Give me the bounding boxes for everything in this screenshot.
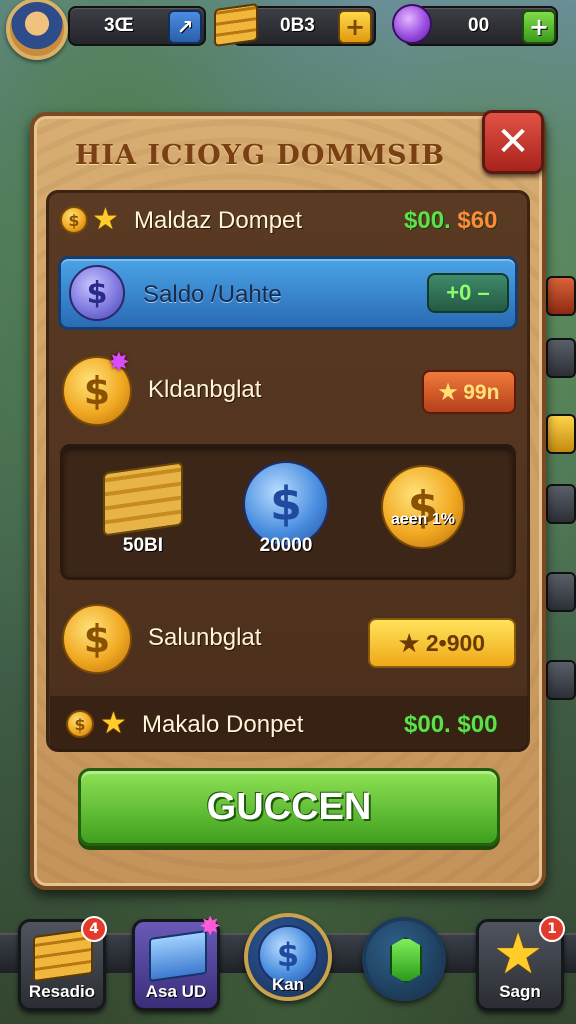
reward-row-1: $ ✸ Kldanbglat ★ 99n — [58, 348, 518, 430]
star-icon: ★ — [100, 706, 127, 741]
gold-coin-icon: $ — [62, 604, 132, 674]
resource-2-value: 0B3 — [280, 15, 315, 36]
top-resource-bar: 3Œ ↗ 0B3 + 00 + — [0, 0, 576, 60]
reward-row-1-button[interactable]: ★ 99n — [422, 370, 516, 414]
saldo-label: Saldo /Uahte — [143, 281, 282, 308]
confirm-button[interactable]: GUCCEN — [78, 768, 500, 846]
reward-row-2-button[interactable]: ★ 2•900 — [368, 618, 516, 668]
currency-options-tray: 50BI $ 20000 $ aeen 1% — [60, 444, 516, 580]
resource-1-action-button[interactable]: ↗ — [168, 10, 202, 44]
resource-counter-1: 3Œ ↗ — [68, 6, 206, 46]
option-gold-coin[interactable]: $ aeen 1% — [381, 465, 465, 549]
wallet-row-bottom-label: Makalo Donpet — [142, 711, 304, 738]
wallet-row-top: $ ★ Maldaz Dompet $00. $60 — [58, 200, 518, 244]
resource-counter-2: 0B3 + — [214, 2, 376, 48]
add-gold-button[interactable]: + — [338, 10, 372, 44]
nav-item-wallet[interactable]: $ Kan — [244, 913, 332, 1001]
nav-item-label: Asa UD — [145, 982, 207, 1001]
saldo-row[interactable]: $ Saldo /Uahte +0 – — [58, 256, 518, 330]
close-button[interactable]: ✕ — [482, 110, 544, 174]
reward-row-2-label: Salunbglat — [148, 624, 262, 651]
player-avatar[interactable] — [6, 0, 68, 60]
side-button-3[interactable] — [546, 414, 576, 454]
sparkle-icon: ✸ — [108, 348, 130, 378]
option-cash-bundle[interactable]: 50BI — [103, 461, 183, 557]
nav-item-resources[interactable]: 4 Resadio — [18, 916, 107, 1011]
wallet-row-label: Maldaz Dompet — [134, 207, 303, 234]
gem-icon — [392, 4, 432, 44]
sparkle-icon: ✸ — [199, 912, 221, 942]
option-dollar-coin[interactable]: $ 20000 — [243, 461, 329, 557]
coin-icon: $ — [60, 206, 88, 234]
gold-coin-icon: $ — [381, 465, 465, 549]
wallet-row-value: $00. $60 — [404, 207, 497, 235]
resource-3-value: 00 — [468, 15, 490, 36]
coin-icon: $ — [66, 710, 94, 738]
bottom-navigation: 4 Resadio ✸ Asa UD $ Kan ★ 1 Sagn — [0, 905, 576, 1024]
value-green: $00. — [404, 207, 451, 234]
dollar-coin-icon: $ — [69, 265, 125, 321]
side-button-2[interactable] — [546, 338, 576, 378]
plus-icon: + — [528, 13, 550, 41]
gold-bars-icon — [214, 2, 258, 48]
resource-counter-3: 00 + — [392, 4, 558, 46]
dialog-title: HIA ICIOYG DOMMSIB — [74, 139, 446, 171]
option-gold-label: aeen 1% — [390, 511, 456, 528]
nav-item-label: Resadio — [28, 982, 96, 1001]
confirm-button-label: GUCCEN — [206, 785, 372, 828]
wallet-row-bottom: $ ★ Makalo Donpet $00. $00 — [50, 696, 528, 752]
nav-item-label: Sagn — [499, 982, 541, 1001]
resource-1-value: 3Œ — [104, 15, 134, 36]
nav-item-gem[interactable] — [362, 917, 446, 1001]
notification-badge: 1 — [539, 916, 565, 942]
notification-badge: 4 — [81, 916, 107, 942]
option-cash-label: 50BI — [122, 535, 164, 556]
nav-item-rewards[interactable]: ★ 1 Sagn — [476, 916, 565, 1011]
side-button-5[interactable] — [546, 572, 576, 612]
value-orange: $60 — [457, 207, 498, 234]
star-icon: ★ — [493, 922, 544, 987]
close-icon: ✕ — [496, 119, 530, 165]
plus-icon: + — [344, 13, 366, 41]
nav-item-label: Kan — [271, 975, 305, 994]
add-gems-button[interactable]: + — [522, 10, 556, 44]
side-button-4[interactable] — [546, 484, 576, 524]
green-gem-icon — [390, 937, 422, 983]
wallet-row-bottom-value: $00. $00 — [404, 711, 498, 738]
side-button-6[interactable] — [546, 660, 576, 700]
saldo-stepper[interactable]: +0 – — [427, 273, 509, 313]
star-icon: ★ — [92, 202, 119, 237]
cash-bundle-icon — [103, 461, 183, 537]
dialog-title-bar: HIA ICIOYG DOMMSIB — [40, 122, 480, 188]
arrow-icon: ↗ — [176, 15, 194, 39]
side-button-1[interactable] — [546, 276, 576, 316]
option-dollar-label: 20000 — [259, 535, 313, 556]
nav-item-shop[interactable]: ✸ Asa UD — [132, 912, 221, 1011]
reward-row-2: $ Salunbglat ★ 2•900 — [58, 600, 518, 680]
reward-row-1-label: Kldanbglat — [148, 376, 262, 403]
